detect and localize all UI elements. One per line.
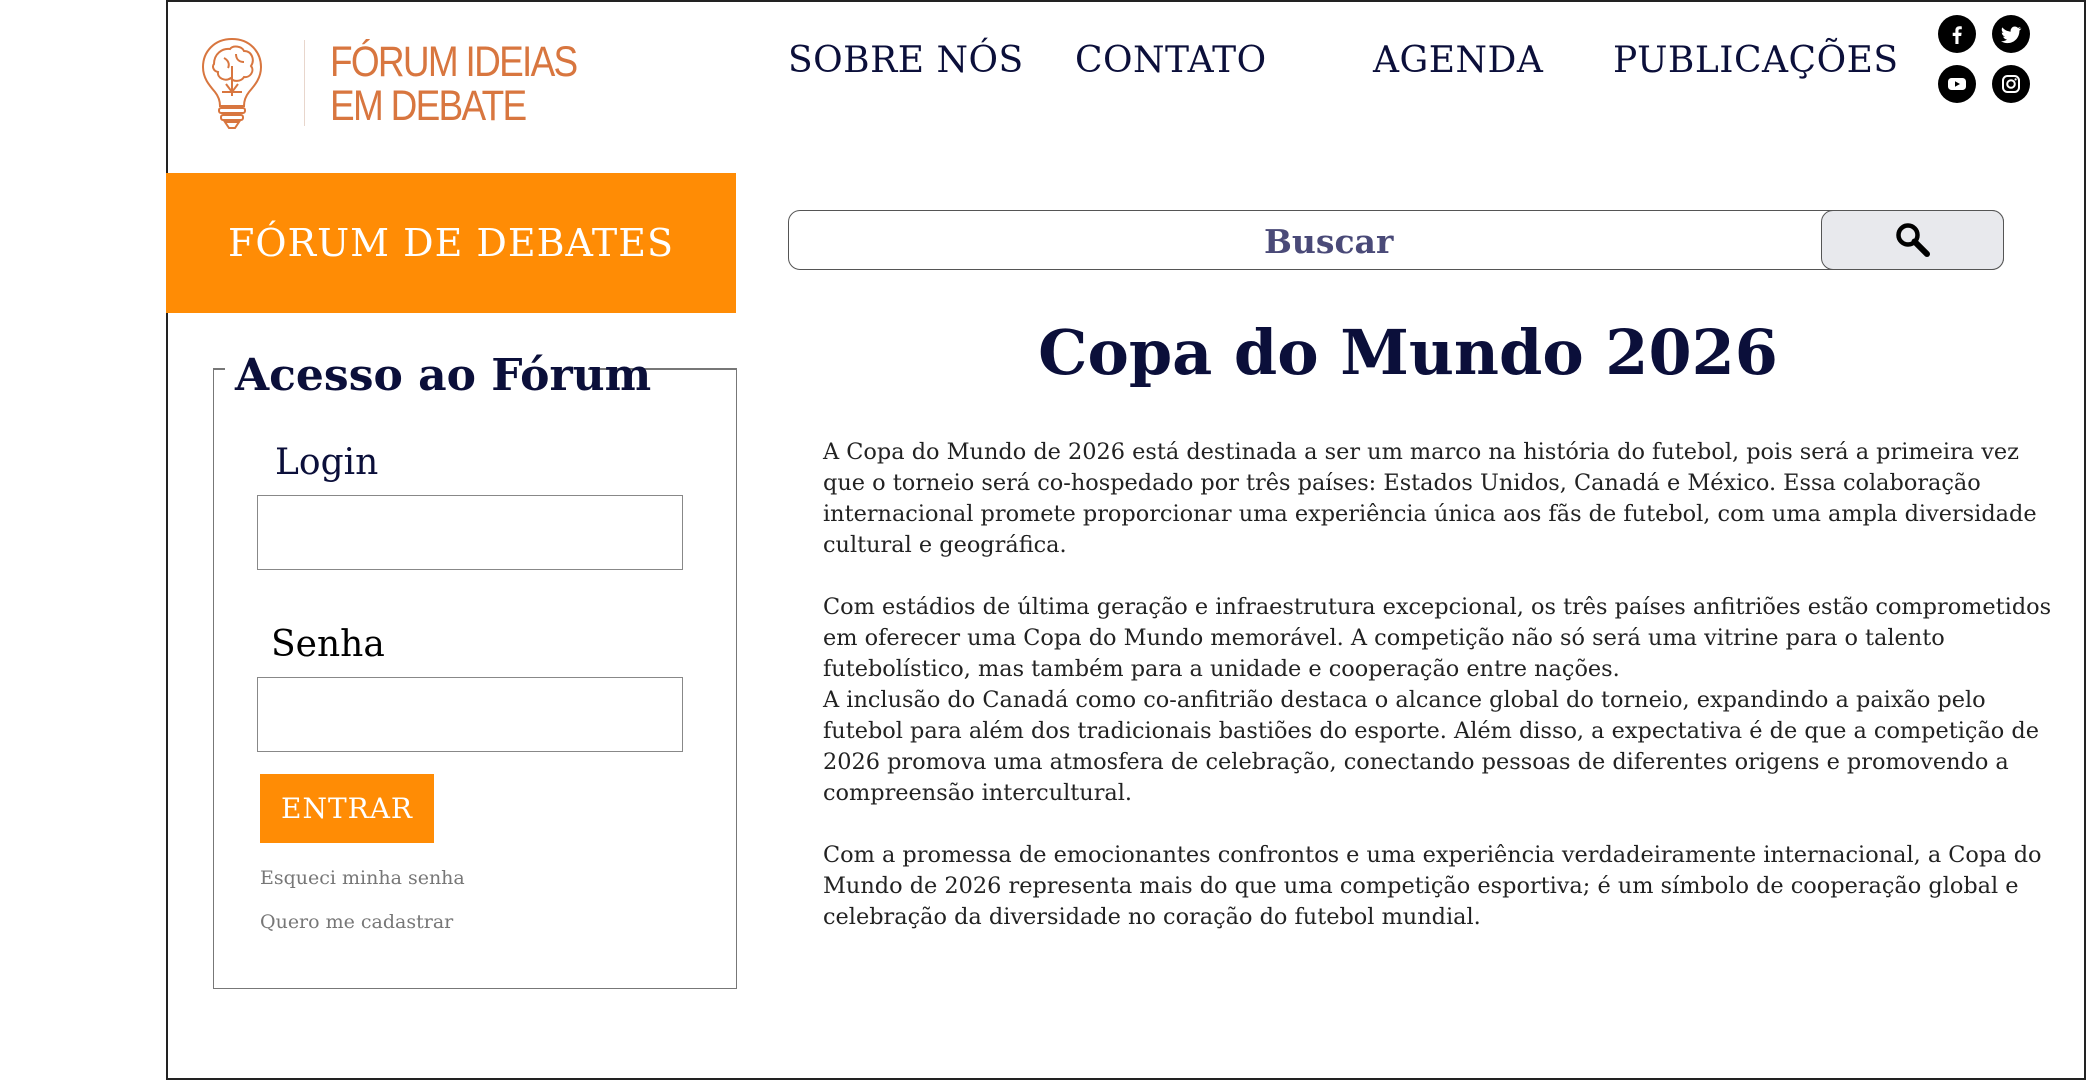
article-paragraph: Com estádios de última geração e infraes…: [823, 594, 2052, 682]
article-paragraph: A Copa do Mundo de 2026 está destinada a…: [823, 439, 2037, 558]
login-label: Login: [275, 442, 379, 483]
article-paragraph: A inclusão do Canadá como co-anfitrião d…: [823, 687, 2039, 806]
logo-text-line2: EM DEBATE: [330, 82, 527, 130]
nav-link-sobre-nos[interactable]: SOBRE NÓS: [788, 40, 1024, 81]
article-paragraph: Com a promessa de emocionantes confronto…: [823, 842, 2042, 930]
facebook-glyph: [1952, 26, 1962, 44]
search-icon: [1895, 223, 1930, 257]
nav-link-publicacoes[interactable]: PUBLICAÇÕES: [1613, 40, 1899, 81]
logo-text: FÓRUM IDEIAS EM DEBATE: [330, 38, 578, 130]
youtube-glyph: [1948, 78, 1966, 90]
login-panel-border: [213, 368, 225, 370]
youtube-icon[interactable]: [1938, 65, 1976, 103]
instagram-glyph: [2002, 75, 2020, 93]
logo-divider: [304, 40, 305, 126]
login-submit-button[interactable]: ENTRAR: [260, 774, 434, 843]
password-input[interactable]: [257, 677, 683, 752]
password-label: Senha: [271, 624, 385, 665]
instagram-icon[interactable]: [1992, 65, 2030, 103]
forum-banner-title: FÓRUM DE DEBATES: [227, 221, 675, 265]
facebook-icon[interactable]: [1938, 15, 1976, 53]
logo-text-line1: FÓRUM IDEIAS: [330, 38, 578, 86]
search-button[interactable]: [1821, 210, 2004, 270]
twitter-glyph: [2001, 26, 2022, 44]
register-link[interactable]: Quero me cadastrar: [260, 911, 453, 933]
article-body: A Copa do Mundo de 2026 está destinada a…: [823, 437, 2053, 933]
nav-link-contato[interactable]: CONTATO: [1075, 40, 1267, 81]
login-input[interactable]: [257, 495, 683, 570]
twitter-icon[interactable]: [1992, 15, 2030, 53]
forgot-password-link[interactable]: Esqueci minha senha: [260, 867, 465, 889]
forum-banner: FÓRUM DE DEBATES: [166, 173, 736, 313]
lightbulb-brain-icon: [201, 37, 263, 129]
article-title: Copa do Mundo 2026: [1038, 316, 1778, 389]
search-placeholder: Buscar: [1264, 222, 1394, 261]
login-panel-title: Acesso ao Fórum: [235, 350, 652, 401]
nav-link-agenda[interactable]: AGENDA: [1373, 40, 1543, 81]
site-logo[interactable]: FÓRUM IDEIAS EM DEBATE: [200, 36, 578, 132]
